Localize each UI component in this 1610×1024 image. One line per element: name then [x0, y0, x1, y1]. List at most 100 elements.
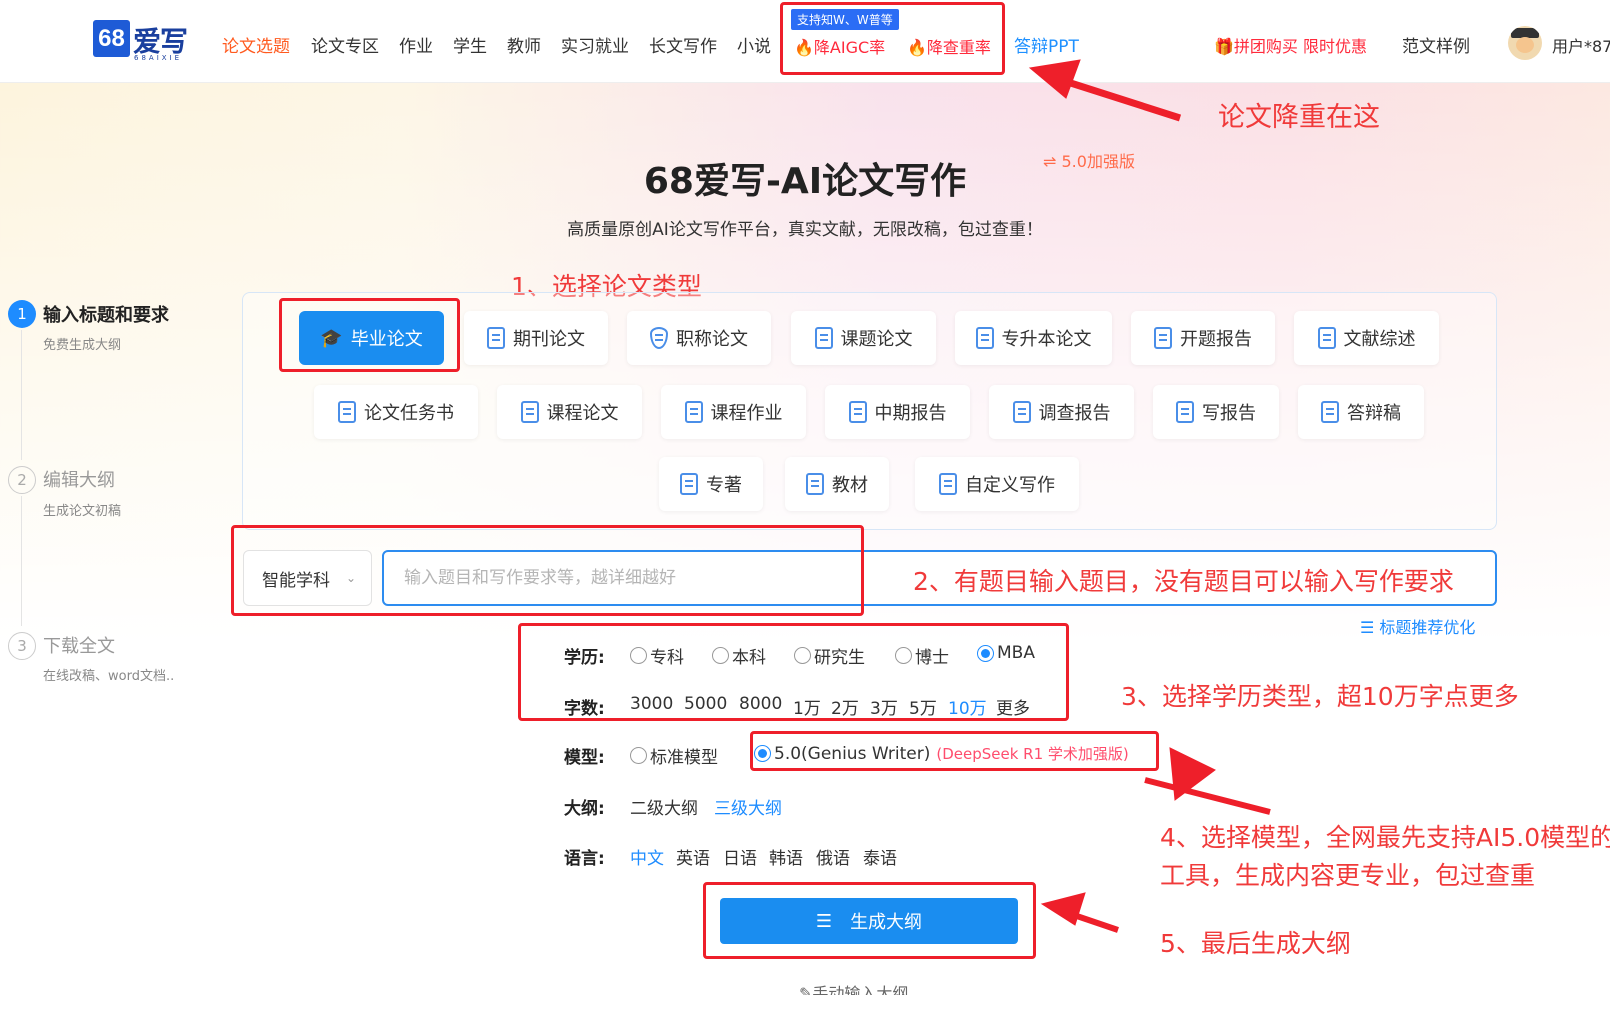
document-search-icon — [1176, 401, 1194, 423]
annotation-box-type — [279, 298, 460, 372]
type-survey-report[interactable]: 调查报告 — [989, 385, 1134, 439]
edu-option-zhuanke[interactable]: 专科 — [630, 643, 684, 668]
type-professional-title-paper[interactable]: 职称论文 — [627, 311, 771, 365]
document-search-icon — [684, 401, 703, 423]
type-write-report[interactable]: 写报告 — [1153, 385, 1279, 439]
type-label: 开题报告 — [1180, 329, 1252, 350]
generate-outline-button[interactable]: ☰ 生成大纲 — [720, 898, 1018, 944]
type-course-homework[interactable]: 课程作业 — [661, 385, 806, 439]
manual-outline-link[interactable]: ✎手动输入大纲 — [799, 981, 908, 995]
annotation-reduce: 论文降重在这 — [1218, 102, 1380, 133]
words-option-more[interactable]: 更多 — [996, 694, 1030, 719]
title-optimize-link[interactable]: ☰ 标题推荐优化 — [1360, 614, 1475, 638]
words-option[interactable]: 3万 — [870, 694, 898, 719]
edu-option-benke[interactable]: 本科 — [712, 643, 766, 668]
step-connector — [21, 496, 22, 626]
type-defense-script[interactable]: 答辩稿 — [1298, 385, 1424, 439]
type-label: 自定义写作 — [965, 475, 1055, 496]
manual-outline-label: 手动输入大纲 — [812, 984, 909, 995]
clipboard-icon — [848, 401, 867, 423]
type-monograph[interactable]: 专著 — [659, 457, 763, 511]
type-journal-paper[interactable]: 期刊论文 — [464, 311, 608, 365]
language-option[interactable]: 英语 — [676, 844, 710, 869]
annotation-step3: 3、选择学历类型，超10万字点更多 — [1121, 682, 1519, 711]
document-icon — [520, 401, 539, 423]
edu-option-graduate[interactable]: 研究生 — [794, 643, 865, 668]
report-icon — [1154, 327, 1172, 349]
step-2-title[interactable]: 编辑大纲 — [43, 466, 115, 492]
page-title: 68爱写-AI论文写作 — [643, 161, 967, 202]
type-upgrade-paper[interactable]: 专升本论文 — [955, 311, 1112, 365]
document-icon — [487, 327, 505, 349]
type-label: 专著 — [706, 475, 742, 496]
language-option[interactable]: 俄语 — [816, 844, 850, 869]
type-label: 课程作业 — [710, 403, 783, 424]
step-3-title[interactable]: 下载全文 — [43, 632, 115, 658]
words-option[interactable]: 2万 — [831, 694, 859, 719]
document-icon — [1317, 327, 1336, 349]
words-option[interactable]: 8000 — [739, 694, 782, 714]
outline-label: 大纲: — [564, 799, 605, 819]
shield-icon — [650, 327, 668, 349]
type-label: 职称论文 — [676, 329, 748, 350]
radio-selected-icon — [754, 745, 771, 762]
annotation-step5: 5、最后生成大纲 — [1160, 929, 1351, 958]
language-option[interactable]: 泰语 — [863, 844, 897, 869]
annotation-step2: 2、有题目输入题目，没有题目可以输入写作要求 — [913, 567, 1454, 596]
type-label: 论文任务书 — [364, 403, 454, 424]
edu-label: 学历: — [564, 648, 605, 668]
sliders-icon — [939, 473, 957, 495]
edu-option-label: 专科 — [650, 648, 684, 668]
radio-icon — [712, 647, 729, 664]
book-icon — [680, 473, 698, 495]
language-option[interactable]: 韩语 — [769, 844, 803, 869]
edu-option-label: MBA — [997, 643, 1035, 663]
type-label: 文献综述 — [1343, 329, 1416, 350]
type-course-paper[interactable]: 课程论文 — [497, 385, 642, 439]
words-option[interactable]: 1万 — [793, 694, 821, 719]
type-label: 教材 — [832, 475, 868, 496]
radio-selected-icon — [977, 644, 994, 662]
clipboard-icon — [338, 401, 356, 423]
version-tag: ⇌ 5.0加强版 — [1043, 152, 1135, 171]
outline-option-level3[interactable]: 三级大纲 — [714, 794, 782, 819]
words-option[interactable]: 5万 — [909, 694, 937, 719]
type-label: 期刊论文 — [513, 329, 585, 350]
step-1-title[interactable]: 输入标题和要求 — [43, 301, 169, 327]
model-genius-note: (DeepSeek R1 学术加强版) — [936, 745, 1129, 763]
model-genius-writer[interactable]: 5.0(Genius Writer) (DeepSeek R1 学术加强版) — [754, 743, 1129, 764]
edu-option-mba[interactable]: MBA — [977, 643, 1035, 663]
annotation-step4-line1: 4、选择模型，全网最先支持AI5.0模型的 — [1160, 823, 1610, 852]
radio-icon — [794, 647, 811, 664]
type-task-book[interactable]: 论文任务书 — [314, 385, 478, 439]
type-custom-writing[interactable]: 自定义写作 — [915, 457, 1079, 511]
outline-option-level2[interactable]: 二级大纲 — [630, 794, 698, 819]
language-option-chinese[interactable]: 中文 — [630, 844, 664, 869]
radio-icon — [630, 647, 647, 664]
step-1-number: 1 — [8, 300, 36, 328]
annotation-box-input — [231, 525, 864, 616]
type-midterm-report[interactable]: 中期报告 — [825, 385, 970, 439]
language-option[interactable]: 日语 — [723, 844, 757, 869]
step-connector — [21, 330, 22, 460]
type-proposal-report[interactable]: 开题报告 — [1131, 311, 1275, 365]
annotation-step4-line2: 工具，生成内容更专业，包过查重 — [1160, 861, 1536, 890]
checklist-icon — [1321, 401, 1339, 423]
type-label: 课题论文 — [840, 329, 913, 350]
step-2-desc: 生成论文初稿 — [43, 504, 122, 519]
type-textbook[interactable]: 教材 — [785, 457, 889, 511]
edit-icon: ✎ — [799, 984, 813, 995]
list-icon: ☰ — [815, 910, 833, 932]
type-literature-review[interactable]: 文献综述 — [1294, 311, 1439, 365]
type-project-paper[interactable]: 课题论文 — [791, 311, 936, 365]
type-label: 写报告 — [1202, 403, 1256, 424]
edu-option-label: 研究生 — [814, 648, 865, 668]
words-option[interactable]: 3000 — [630, 694, 673, 714]
type-label: 调查报告 — [1038, 403, 1111, 424]
words-option-selected[interactable]: 10万 — [948, 694, 987, 719]
words-option[interactable]: 5000 — [684, 694, 727, 714]
edu-option-phd[interactable]: 博士 — [895, 643, 949, 668]
open-book-icon — [806, 473, 824, 495]
model-standard[interactable]: 标准模型 — [630, 743, 718, 768]
step-3-number: 3 — [8, 632, 36, 660]
